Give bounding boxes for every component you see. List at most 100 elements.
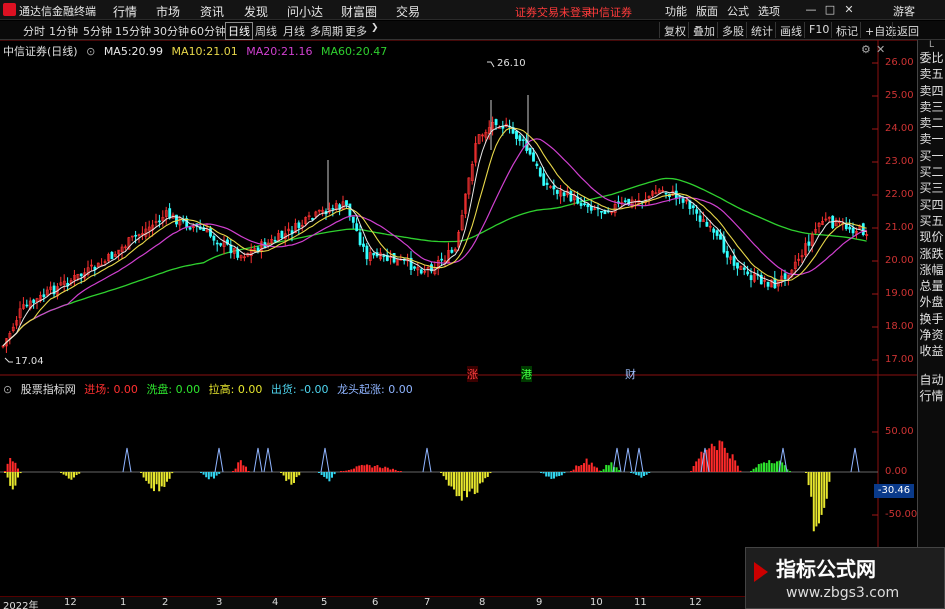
menu-market[interactable]: 行情 xyxy=(113,3,137,20)
indicator-bar xyxy=(807,472,810,486)
multi-stock-button[interactable]: 多股 xyxy=(717,22,748,38)
guest-label[interactable]: 游客 xyxy=(893,3,915,19)
menu-wealth[interactable]: 财富圈 xyxy=(341,3,377,20)
back-button[interactable]: 返回 xyxy=(892,22,923,38)
period-5min[interactable]: 5分钟 xyxy=(81,23,114,39)
sidebar-item[interactable]: 买二 xyxy=(918,164,945,180)
sub-ytick-label: 0.00 xyxy=(885,466,908,477)
menu-layout[interactable]: 版面 xyxy=(696,3,718,19)
sidebar-collapse-icon[interactable]: L xyxy=(918,40,945,50)
indicator-bar xyxy=(588,464,591,472)
overlay-button[interactable]: 叠加 xyxy=(688,22,719,38)
sidebar-item[interactable]: 卖三 xyxy=(918,99,945,115)
period-1min[interactable]: 1分钟 xyxy=(47,23,80,39)
login-notice[interactable]: 证券交易未登录 xyxy=(515,4,592,20)
indicator-bar xyxy=(200,472,202,473)
indicator-bar xyxy=(207,472,210,480)
candle-body xyxy=(691,205,695,209)
minimize-button[interactable]: — xyxy=(803,2,819,17)
candle-body xyxy=(535,163,539,167)
sidebar-item[interactable]: 收益 xyxy=(918,343,945,359)
indicator-bar xyxy=(695,461,698,472)
leader-spike xyxy=(253,447,263,473)
sidebar-item[interactable]: 买五 xyxy=(918,213,945,229)
settings-gear-icon[interactable]: ⚙ xyxy=(861,43,871,56)
ytick-label: 24.00 xyxy=(885,123,914,134)
sidebar-item[interactable]: 净资 xyxy=(918,327,945,343)
menu-discover[interactable]: 发现 xyxy=(244,3,268,20)
ma10-value: 21.01 xyxy=(206,45,238,58)
sidebar-item[interactable]: 买三 xyxy=(918,180,945,196)
sidebar-item[interactable]: 卖五 xyxy=(918,66,945,82)
indicator-bar xyxy=(386,467,389,472)
candle-body xyxy=(521,139,525,141)
indicator-bar xyxy=(318,472,320,473)
panel-close-icon[interactable]: ✕ xyxy=(876,43,885,56)
candle-body xyxy=(311,218,314,220)
period-60min[interactable]: 60分钟 xyxy=(188,23,228,39)
sidebar-item[interactable]: 现价 xyxy=(918,229,945,245)
sidebar-item[interactable]: 外盘 xyxy=(918,294,945,310)
period-weekly[interactable]: 周线 xyxy=(253,23,279,39)
period-timeshare[interactable]: 分时 xyxy=(21,23,47,39)
menu-formula[interactable]: 公式 xyxy=(727,3,749,19)
broker-link[interactable]: 中信证券 xyxy=(588,4,632,20)
close-button[interactable]: ✕ xyxy=(841,2,857,17)
draw-button[interactable]: 画线 xyxy=(775,22,806,38)
menu-trade[interactable]: 交易 xyxy=(396,3,420,20)
menu-markets[interactable]: 市场 xyxy=(156,3,180,20)
period-daily[interactable]: 日线 xyxy=(225,22,253,40)
indicator-settings-icon[interactable]: ⊙ xyxy=(3,383,12,396)
candle-body xyxy=(579,203,583,206)
candle-body xyxy=(280,230,284,239)
sidebar-item[interactable]: 涨跌 xyxy=(918,246,945,262)
period-monthly[interactable]: 月线 xyxy=(281,23,307,39)
maximize-button[interactable]: □ xyxy=(822,2,838,17)
sidebar-item[interactable]: 买四 xyxy=(918,197,945,213)
menu-options[interactable]: 选项 xyxy=(758,3,780,19)
period-multi[interactable]: 多周期 xyxy=(308,23,345,39)
watermark: 指标公式网 www.zbgs3.com xyxy=(745,547,945,609)
indicator-bar xyxy=(70,472,73,480)
low-price-label: 17.04 xyxy=(15,356,44,367)
ship-value: -0.00 xyxy=(300,383,329,396)
period-30min[interactable]: 30分钟 xyxy=(151,23,191,39)
date-tick: 2022年 xyxy=(3,601,39,609)
indicator-name[interactable]: 股票指标网 xyxy=(21,383,76,396)
leader-spike xyxy=(320,447,330,473)
sidebar-item[interactable]: 涨幅 xyxy=(918,262,945,278)
chevron-right-icon[interactable]: ❯ xyxy=(369,23,381,33)
sidebar-bottom-item[interactable]: 自动 xyxy=(918,372,945,388)
menu-news[interactable]: 资讯 xyxy=(200,3,224,20)
sidebar-item[interactable]: 卖二 xyxy=(918,115,945,131)
candle-body xyxy=(600,210,603,213)
mark-button[interactable]: 标记 xyxy=(831,22,862,38)
fq-button[interactable]: 复权 xyxy=(659,22,690,38)
event-mark-finance[interactable]: 财 xyxy=(625,366,636,382)
f10-button[interactable]: F10 xyxy=(804,22,833,38)
indicator-bar xyxy=(600,471,602,472)
menu-ask[interactable]: 问小达 xyxy=(287,3,323,20)
stats-button[interactable]: 统计 xyxy=(746,22,777,38)
indicator-bar xyxy=(637,472,640,476)
chevron-circle-icon[interactable]: ⊙ xyxy=(86,45,95,58)
candle-body xyxy=(181,219,185,222)
sidebar-item[interactable]: 换手 xyxy=(918,311,945,327)
sidebar-item[interactable]: 卖一 xyxy=(918,131,945,147)
chart-area[interactable] xyxy=(0,40,917,596)
period-more[interactable]: 更多 xyxy=(343,23,369,39)
sidebar-item[interactable]: 卖四 xyxy=(918,83,945,99)
event-mark-hk[interactable]: 港 xyxy=(521,366,532,382)
sidebar-bottom-item[interactable]: 行情 xyxy=(918,388,945,404)
period-15min[interactable]: 15分钟 xyxy=(113,23,153,39)
sidebar-item[interactable]: 委比 xyxy=(918,50,945,66)
event-mark-limitup[interactable]: 涨 xyxy=(467,366,478,382)
entry-value: 0.00 xyxy=(113,383,138,396)
ytick-label: 23.00 xyxy=(885,156,914,167)
sidebar-item[interactable]: 总量 xyxy=(918,278,945,294)
candle-body xyxy=(532,152,535,162)
sidebar-item[interactable]: 买一 xyxy=(918,148,945,164)
candle-body xyxy=(545,182,549,185)
stock-label[interactable]: 中信证券(日线) xyxy=(3,45,78,58)
menu-function[interactable]: 功能 xyxy=(665,3,687,19)
